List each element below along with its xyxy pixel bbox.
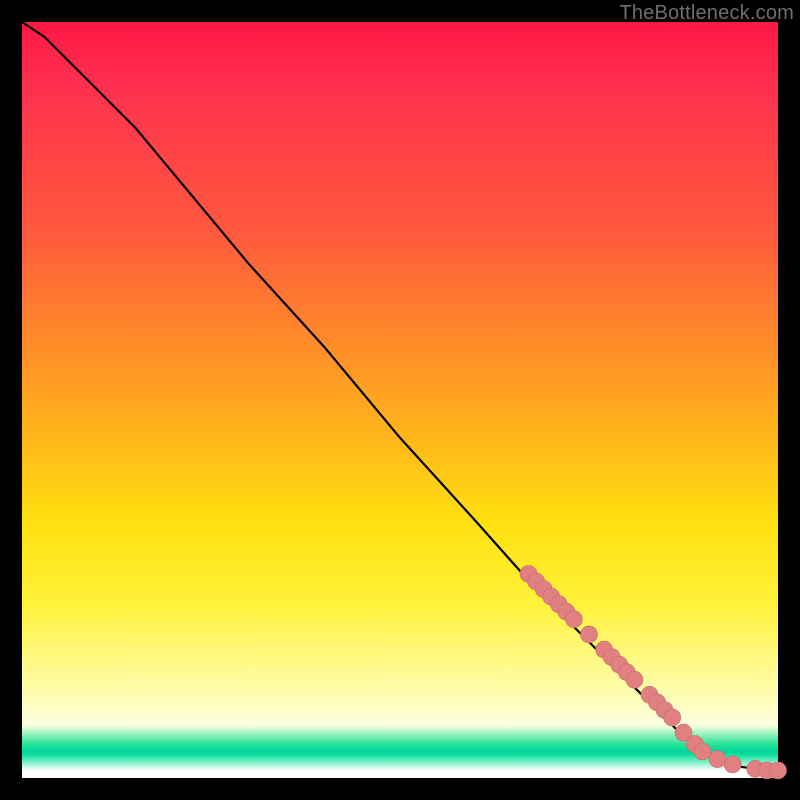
data-marker (565, 611, 582, 628)
data-marker (694, 743, 711, 760)
chart-overlay (22, 22, 778, 778)
data-marker (709, 751, 726, 768)
data-marker (770, 762, 787, 779)
watermark-text: TheBottleneck.com (619, 2, 794, 25)
data-marker (626, 671, 643, 688)
data-marker (581, 626, 598, 643)
data-marker (724, 756, 741, 773)
chart-frame: TheBottleneck.com (0, 0, 800, 800)
curve-line (22, 22, 778, 770)
marker-layer (520, 565, 787, 779)
data-marker (664, 709, 681, 726)
